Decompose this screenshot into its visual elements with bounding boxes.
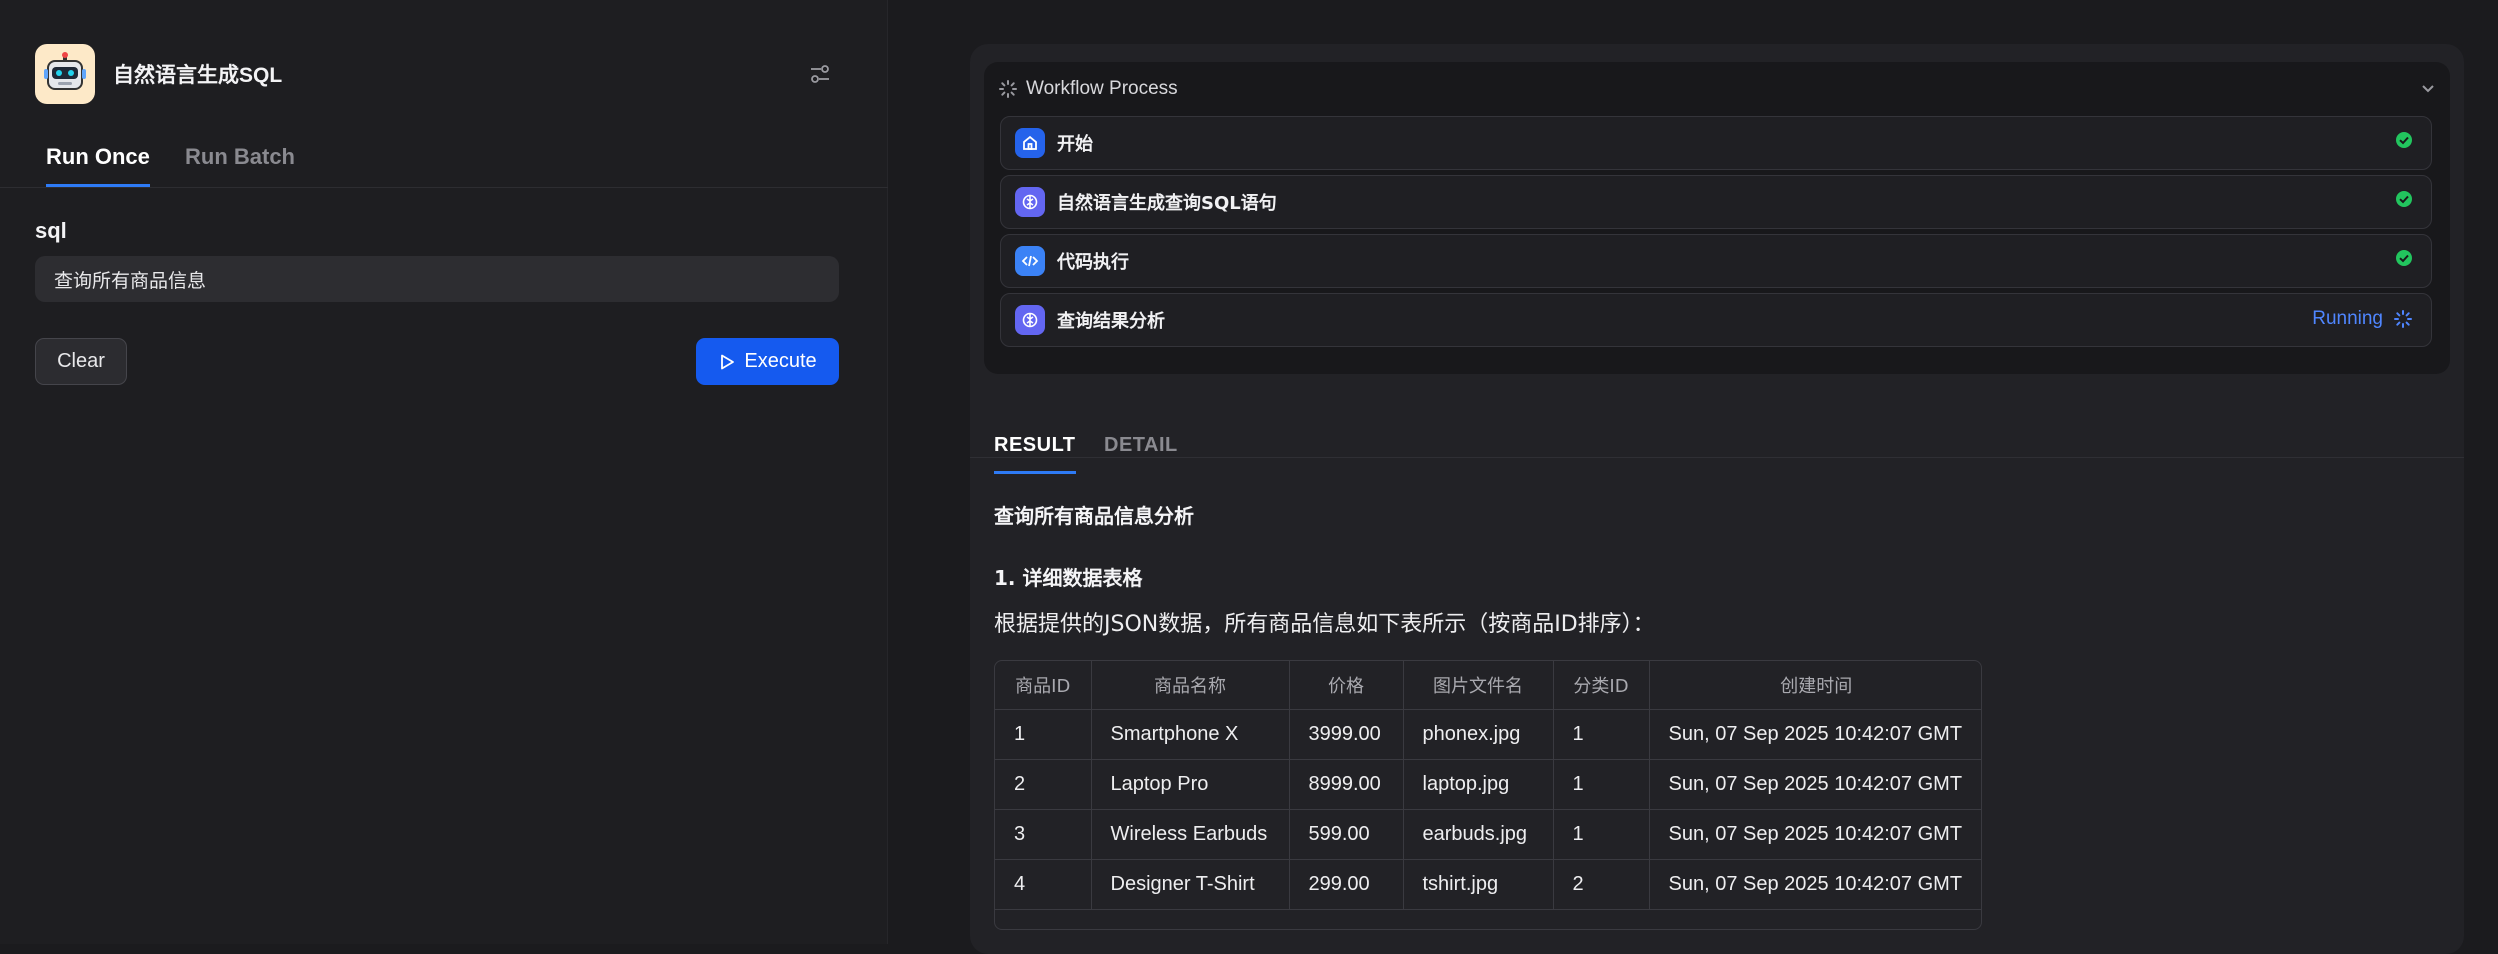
workflow-node-code[interactable]: 代码执行 xyxy=(1000,234,2432,288)
table-header-row: 商品ID 商品名称 价格 图片文件名 分类ID 创建时间 xyxy=(995,661,1981,710)
left-panel: 自然语言生成SQL Run Once Run Batch sql 查询所有商品信… xyxy=(0,0,888,944)
tab-result[interactable]: RESULT xyxy=(994,434,1076,474)
check-circle-icon xyxy=(2396,191,2412,207)
node-title: 查询结果分析 xyxy=(1057,311,1165,332)
table-row: 2 Laptop Pro 8999.00 laptop.jpg 1 Sun, 0… xyxy=(995,759,1981,810)
loading-spinner-icon xyxy=(999,80,1017,98)
table-cell: 2 xyxy=(1553,859,1650,910)
table-cell: 1 xyxy=(1553,709,1650,760)
clear-button[interactable]: Clear xyxy=(35,338,127,385)
table-cell: Laptop Pro xyxy=(1091,759,1290,810)
node-status xyxy=(2395,190,2413,208)
node-status-running: Running xyxy=(2312,308,2413,330)
workflow-title: Workflow Process xyxy=(1026,78,1178,99)
table-cell: phonex.jpg xyxy=(1403,709,1554,760)
tab-detail[interactable]: DETAIL xyxy=(1104,434,1178,471)
table-row: 4 Designer T-Shirt 299.00 tshirt.jpg 2 S… xyxy=(995,859,1981,910)
table-cell: Designer T-Shirt xyxy=(1091,859,1290,910)
node-title: 开始 xyxy=(1057,134,1093,155)
table-cell: earbuds.jpg xyxy=(1403,809,1554,860)
table-row: 3 Wireless Earbuds 599.00 earbuds.jpg 1 … xyxy=(995,809,1981,860)
app-header: 自然语言生成SQL xyxy=(35,44,835,104)
products-table: 商品ID 商品名称 价格 图片文件名 分类ID 创建时间 1 Smartphon… xyxy=(994,660,1982,930)
table-cell: Sun, 07 Sep 2025 10:42:07 GMT xyxy=(1649,859,1981,910)
table-cell: 3 xyxy=(995,809,1092,860)
running-label: Running xyxy=(2312,308,2383,329)
column-header: 创建时间 xyxy=(1649,661,1981,710)
execute-label: Execute xyxy=(744,350,817,372)
table-cell: 299.00 xyxy=(1289,859,1404,910)
chevron-down-icon[interactable] xyxy=(2418,78,2438,98)
tab-run-batch[interactable]: Run Batch xyxy=(185,144,295,184)
table-row: 1 Smartphone X 3999.00 phonex.jpg 1 Sun,… xyxy=(995,709,1981,760)
node-status xyxy=(2395,249,2413,267)
table-cell: 1 xyxy=(995,709,1092,760)
workflow-header[interactable]: Workflow Process xyxy=(998,74,2438,104)
table-cell: Wireless Earbuds xyxy=(1091,809,1290,860)
column-header: 商品ID xyxy=(995,661,1092,710)
table-cell: Sun, 07 Sep 2025 10:42:07 GMT xyxy=(1649,709,1981,760)
workflow-process: Workflow Process 开始 自然语言生成查询SQL语句 代码执行 查… xyxy=(984,62,2450,374)
table-cell: tshirt.jpg xyxy=(1403,859,1554,910)
sql-field-label: sql xyxy=(35,218,67,243)
table-cell: 4 xyxy=(995,859,1092,910)
execute-button[interactable]: Execute xyxy=(696,338,839,385)
table-cell: Sun, 07 Sep 2025 10:42:07 GMT xyxy=(1649,759,1981,810)
check-circle-icon xyxy=(2396,250,2412,266)
column-header: 价格 xyxy=(1289,661,1404,710)
node-title: 自然语言生成查询SQL语句 xyxy=(1057,193,1277,214)
workflow-node-llm-sql[interactable]: 自然语言生成查询SQL语句 xyxy=(1000,175,2432,229)
result-title: 查询所有商品信息分析 xyxy=(994,504,1194,528)
node-status xyxy=(2395,131,2413,149)
app-title: 自然语言生成SQL xyxy=(113,64,283,87)
workflow-node-start[interactable]: 开始 xyxy=(1000,116,2432,170)
settings-sliders-icon[interactable] xyxy=(805,59,835,89)
table-cell: 1 xyxy=(1553,809,1650,860)
node-title: 代码执行 xyxy=(1057,252,1129,273)
check-circle-icon xyxy=(2396,132,2412,148)
loading-spinner-icon xyxy=(2394,310,2412,328)
llm-brain-icon xyxy=(1015,187,1045,217)
table-cell: Sun, 07 Sep 2025 10:42:07 GMT xyxy=(1649,809,1981,860)
table-cell: laptop.jpg xyxy=(1403,759,1554,810)
robot-avatar-icon xyxy=(35,44,95,104)
column-header: 图片文件名 xyxy=(1403,661,1554,710)
home-icon xyxy=(1015,128,1045,158)
play-icon xyxy=(721,354,735,369)
table-cell: 599.00 xyxy=(1289,809,1404,860)
table-cell: 2 xyxy=(995,759,1092,810)
table-cell: 8999.00 xyxy=(1289,759,1404,810)
llm-brain-icon xyxy=(1015,305,1045,335)
table-cell: Smartphone X xyxy=(1091,709,1290,760)
result-section-heading: 1. 详细数据表格 xyxy=(994,566,1143,590)
run-mode-tabs: Run Once Run Batch xyxy=(0,140,888,188)
result-panel: Workflow Process 开始 自然语言生成查询SQL语句 代码执行 查… xyxy=(970,44,2464,954)
table-cell: 3999.00 xyxy=(1289,709,1404,760)
tab-run-once[interactable]: Run Once xyxy=(46,144,150,187)
sql-input[interactable]: 查询所有商品信息 xyxy=(35,256,839,302)
result-paragraph: 根据提供的JSON数据，所有商品信息如下表所示（按商品ID排序）： xyxy=(994,612,1655,637)
column-header: 商品名称 xyxy=(1091,661,1290,710)
table-cell: 1 xyxy=(1553,759,1650,810)
code-icon xyxy=(1015,246,1045,276)
workflow-node-analysis[interactable]: 查询结果分析 Running xyxy=(1000,293,2432,347)
result-tabs: RESULT DETAIL xyxy=(970,384,2464,474)
column-header: 分类ID xyxy=(1553,661,1650,710)
